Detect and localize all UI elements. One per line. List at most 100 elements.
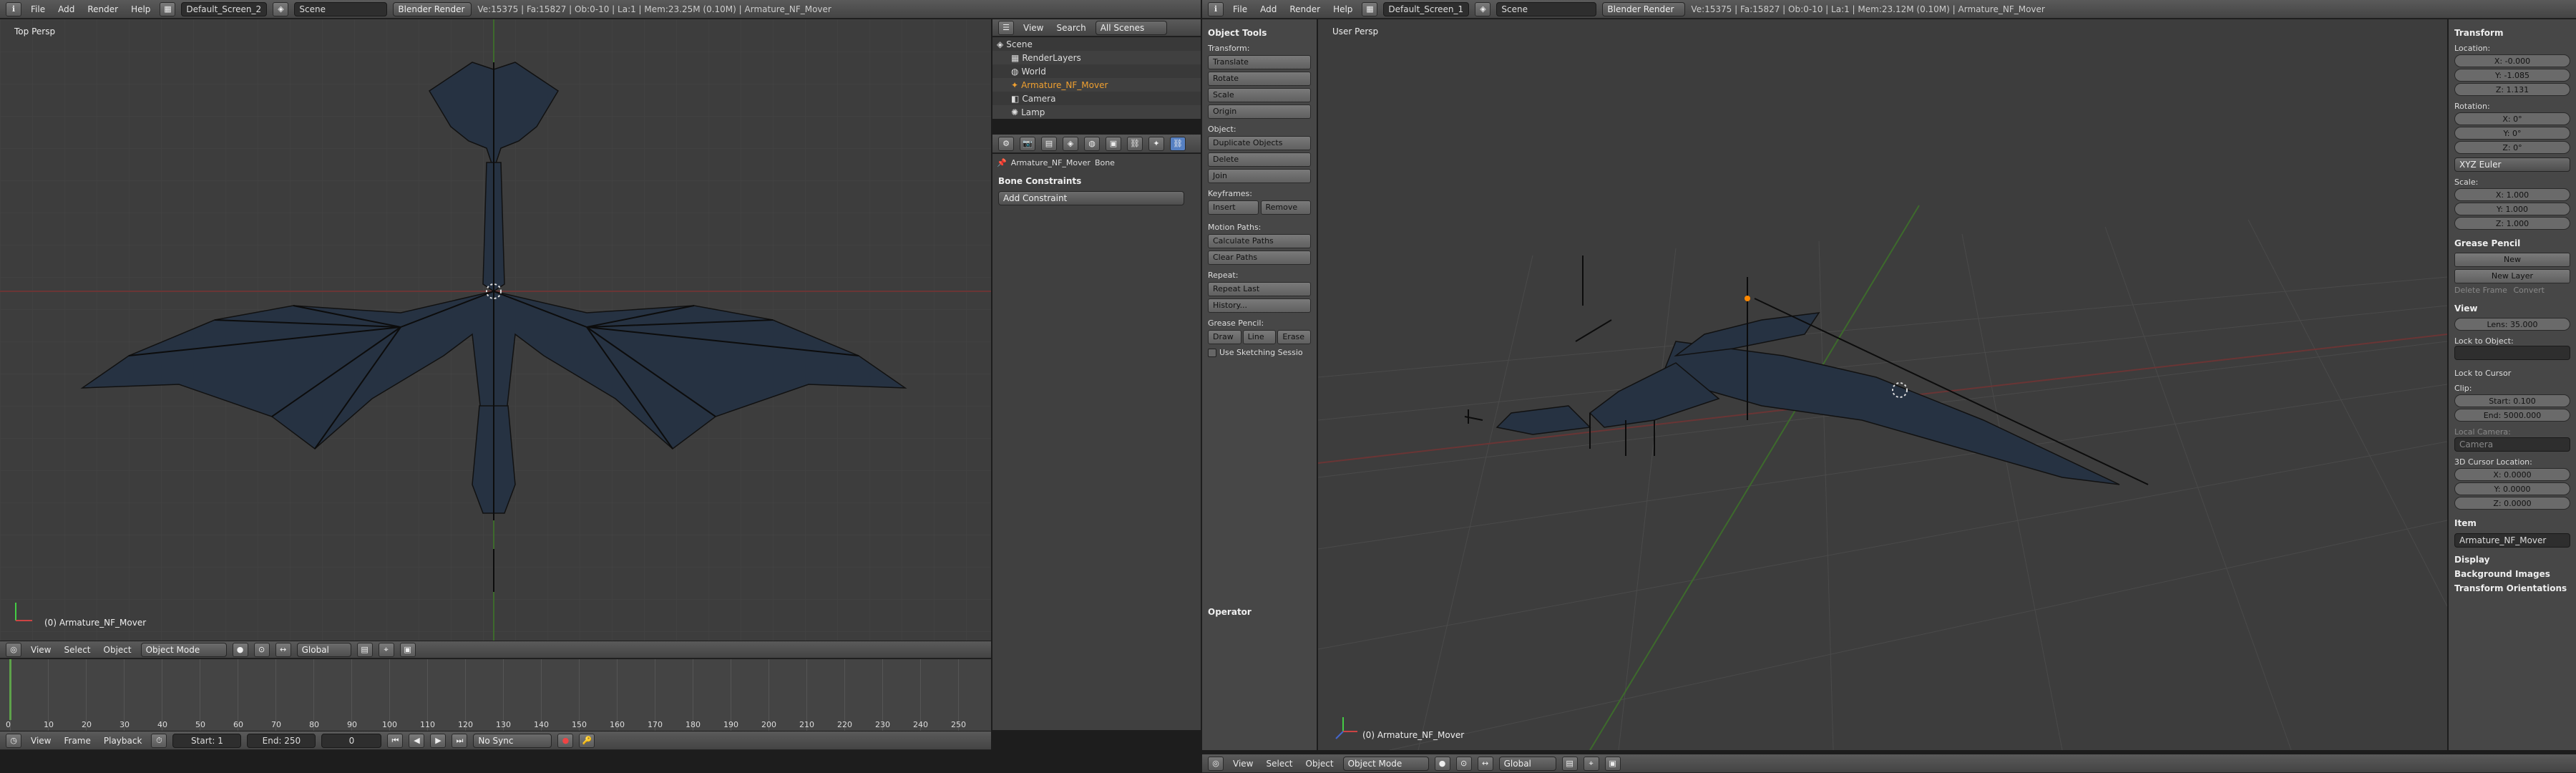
- pivot-icon[interactable]: ⊙: [253, 642, 270, 657]
- pivot-icon[interactable]: ⊙: [1455, 756, 1472, 771]
- mode-dropdown[interactable]: Object Mode: [1342, 756, 1429, 771]
- sync-dropdown[interactable]: No Sync: [473, 733, 552, 748]
- location-z-field[interactable]: Z: 1.131: [2454, 83, 2570, 96]
- lock-object-field[interactable]: [2454, 346, 2570, 360]
- delete-frame-button[interactable]: Delete Frame: [2454, 286, 2512, 295]
- menu-object[interactable]: Object: [1302, 759, 1337, 769]
- record-icon[interactable]: ●: [557, 733, 574, 748]
- outliner-icon[interactable]: ☰: [998, 20, 1014, 35]
- new-layer-button[interactable]: New Layer: [2454, 269, 2570, 283]
- clip-start-field[interactable]: Start: 0.100: [2454, 394, 2570, 407]
- current-frame-field[interactable]: 0: [321, 733, 382, 748]
- layers-icon[interactable]: ▤: [356, 642, 373, 657]
- orientation-dropdown[interactable]: Global: [1498, 756, 1556, 771]
- outliner-item-lamp[interactable]: ✺ Lamp: [992, 105, 1201, 119]
- outliner-item-scene[interactable]: ◈ Scene: [992, 37, 1201, 51]
- remove-keyframe-button[interactable]: Remove: [1260, 200, 1311, 215]
- checkbox-icon[interactable]: [1208, 348, 1216, 357]
- menu-help[interactable]: Help: [127, 4, 154, 14]
- menu-add[interactable]: Add: [1257, 4, 1280, 14]
- new-gp-button[interactable]: New: [2454, 253, 2570, 267]
- menu-help[interactable]: Help: [1330, 4, 1356, 14]
- render-engine-dropdown[interactable]: Blender Render: [393, 1, 472, 16]
- shading-icon[interactable]: ●: [1434, 756, 1450, 771]
- line-button[interactable]: Line: [1242, 330, 1277, 344]
- layers-icon[interactable]: ▤: [1561, 756, 1578, 771]
- render-engine-dropdown[interactable]: Blender Render: [1602, 1, 1686, 16]
- display-mode-dropdown[interactable]: All Scenes: [1095, 20, 1167, 35]
- rotation-x-field[interactable]: X: 0°: [2454, 112, 2570, 125]
- screen-selector[interactable]: Default_Screen_2: [181, 1, 268, 16]
- manipulator-icon[interactable]: ↔: [1477, 756, 1493, 771]
- menu-file[interactable]: File: [1229, 4, 1251, 14]
- operator-panel-title[interactable]: Operator: [1208, 607, 1252, 617]
- bone-tab-icon[interactable]: ✦: [1148, 136, 1164, 151]
- editor-type-icon[interactable]: ℹ: [6, 1, 21, 16]
- outliner-item-renderlayers[interactable]: ▦ RenderLayers: [992, 51, 1201, 64]
- world-tab-icon[interactable]: ◍: [1084, 136, 1100, 151]
- top-viewport[interactable]: Top Persp (0) Armature_NF_Mover: [0, 19, 991, 641]
- end-frame-field[interactable]: End: 250: [247, 733, 316, 748]
- menu-add[interactable]: Add: [54, 4, 78, 14]
- layers-tab-icon[interactable]: ▤: [1041, 136, 1057, 151]
- sketch-session-option[interactable]: Use Sketching Sessio: [1208, 348, 1311, 357]
- outliner-item-world[interactable]: ◍ World: [992, 64, 1201, 78]
- playhead[interactable]: [9, 659, 11, 720]
- transform-panel-title[interactable]: Transform: [2454, 28, 2570, 38]
- menu-select[interactable]: Select: [1262, 759, 1296, 769]
- lock-cursor-option[interactable]: Lock to Cursor: [2454, 369, 2570, 378]
- menu-search[interactable]: Search: [1053, 23, 1089, 33]
- constraint-tab-icon[interactable]: ⛓: [1127, 136, 1143, 151]
- menu-view[interactable]: View: [1229, 759, 1257, 769]
- transform-orientations-panel-title[interactable]: Transform Orientations: [2454, 583, 2570, 593]
- outliner-item-armature[interactable]: ✦ Armature_NF_Mover: [992, 78, 1201, 92]
- mode-dropdown[interactable]: Object Mode: [140, 642, 227, 657]
- jump-start-icon[interactable]: ⏮: [387, 733, 404, 748]
- erase-button[interactable]: Erase: [1277, 330, 1312, 344]
- pin-icon[interactable]: 📌: [997, 158, 1007, 167]
- menu-frame[interactable]: Frame: [60, 736, 94, 746]
- menu-render[interactable]: Render: [1286, 4, 1324, 14]
- object-tab-icon[interactable]: ▣: [1106, 136, 1121, 151]
- grease-pencil-panel-title[interactable]: Grease Pencil: [2454, 238, 2570, 248]
- orientation-dropdown[interactable]: Global: [296, 642, 351, 657]
- menu-view[interactable]: View: [27, 645, 54, 655]
- add-constraint-dropdown[interactable]: Add Constraint: [998, 191, 1184, 205]
- background-images-panel-title[interactable]: Background Images: [2454, 569, 2570, 579]
- cursor-y-field[interactable]: Y: 0.0000: [2454, 482, 2570, 495]
- scene-selector[interactable]: Scene: [1496, 1, 1597, 16]
- timeline-icon[interactable]: ◷: [6, 733, 21, 748]
- timeline[interactable]: 0 10 20 30 40 50 60 70 80 90 100 110 120…: [0, 659, 991, 731]
- origin-button[interactable]: Origin: [1208, 104, 1311, 119]
- view3d-icon[interactable]: ◎: [6, 642, 21, 657]
- play-icon[interactable]: ▶: [430, 733, 447, 748]
- bone-constraints-panel-title[interactable]: Bone Constraints: [992, 176, 1201, 186]
- scale-y-field[interactable]: Y: 1.000: [2454, 203, 2570, 215]
- view-panel-title[interactable]: View: [2454, 303, 2570, 313]
- jump-end-icon[interactable]: ⏭: [452, 733, 468, 748]
- menu-render[interactable]: Render: [84, 4, 122, 14]
- draw-button[interactable]: Draw: [1208, 330, 1241, 344]
- preview-range-icon[interactable]: ⏱: [151, 733, 167, 748]
- keying-set-icon[interactable]: 🔑: [579, 733, 595, 748]
- user-viewport[interactable]: User Persp (0) Armature_NF_Mover: [1318, 19, 2447, 750]
- shading-icon[interactable]: ●: [232, 642, 248, 657]
- snap-icon[interactable]: ⌖: [378, 642, 394, 657]
- rotation-mode-dropdown[interactable]: XYZ Euler: [2454, 157, 2570, 172]
- screen-selector[interactable]: Default_Screen_1: [1383, 1, 1470, 16]
- properties-icon[interactable]: ⚙: [998, 136, 1014, 151]
- outliner-item-camera[interactable]: ◧ Camera: [992, 92, 1201, 105]
- menu-playback[interactable]: Playback: [100, 736, 146, 746]
- view3d-icon[interactable]: ◎: [1208, 756, 1224, 771]
- menu-object[interactable]: Object: [100, 645, 135, 655]
- local-camera-field[interactable]: Camera: [2454, 437, 2570, 452]
- snap-icon[interactable]: ⌖: [1583, 756, 1599, 771]
- cursor-x-field[interactable]: X: 0.0000: [2454, 468, 2570, 481]
- manipulator-icon[interactable]: ↔: [275, 642, 291, 657]
- clip-end-field[interactable]: End: 5000.000: [2454, 409, 2570, 422]
- item-panel-title[interactable]: Item: [2454, 518, 2570, 528]
- menu-file[interactable]: File: [27, 4, 49, 14]
- render-preview-icon[interactable]: ▣: [399, 642, 416, 657]
- location-x-field[interactable]: X: -0.000: [2454, 54, 2570, 67]
- delete-button[interactable]: Delete: [1208, 152, 1311, 167]
